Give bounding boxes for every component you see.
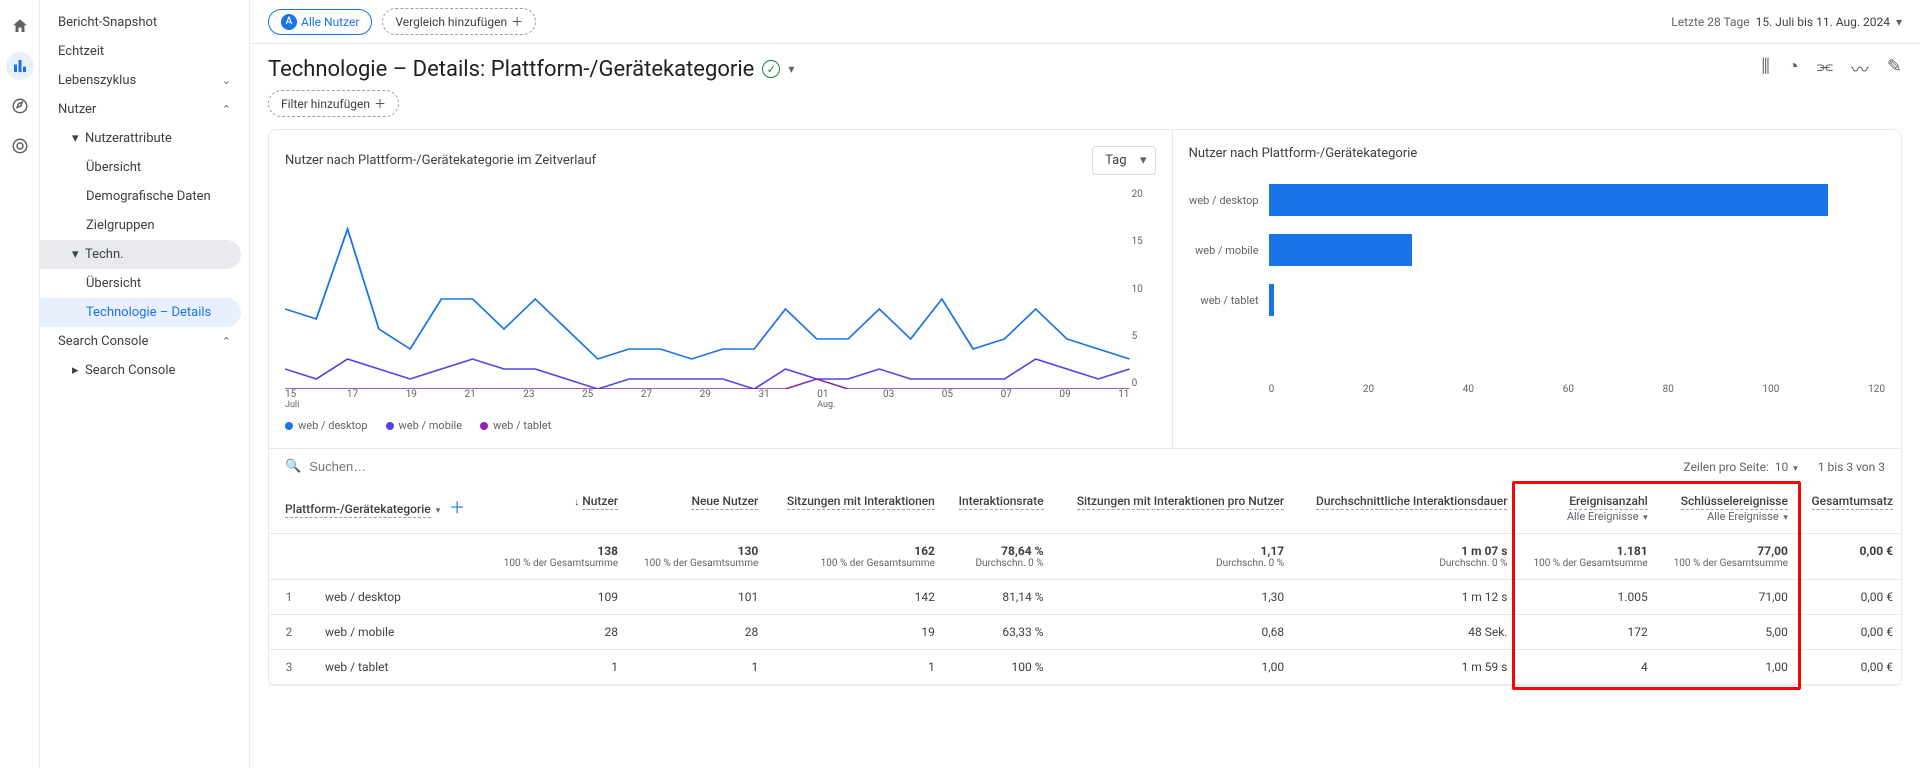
- reports-icon[interactable]: [6, 52, 34, 80]
- col-eng-sessions[interactable]: Sitzungen mit Interaktionen: [766, 484, 943, 534]
- main: AAlle Nutzer Vergleich hinzufügen＋ Letzt…: [250, 0, 1920, 768]
- data-table: Plattform-/Gerätekategorie ▾ ＋ ↓ Nutzer …: [269, 484, 1901, 685]
- chevron-up-icon: ⌃: [222, 335, 231, 348]
- title-dropdown[interactable]: ▾: [788, 62, 794, 76]
- sidebar-lifecycle[interactable]: Lebenszyklus⌄: [40, 66, 249, 95]
- key-events-filter[interactable]: Alle Ereignisse ▾: [1664, 510, 1788, 523]
- page-title: Technologie – Details: Plattform-/Geräte…: [268, 57, 794, 82]
- chevron-down-icon: ⌄: [222, 74, 231, 87]
- summary-row: 138100 % der Gesamtsumme 130100 % der Ge…: [269, 534, 1901, 580]
- sidebar-search-console[interactable]: ▸ Search Console: [40, 356, 249, 385]
- chevron-down-icon: ▾: [1896, 15, 1902, 29]
- sidebar-demographic[interactable]: Demografische Daten: [40, 182, 249, 211]
- share-icon[interactable]: ⫘: [1817, 56, 1833, 82]
- add-dimension-icon[interactable]: ＋: [449, 498, 465, 517]
- explore-icon[interactable]: [6, 92, 34, 120]
- sidebar-tech-details[interactable]: Technologie – Details: [40, 298, 241, 327]
- search-input[interactable]: [309, 459, 509, 474]
- advertising-icon[interactable]: [6, 132, 34, 160]
- segment-all-users[interactable]: AAlle Nutzer: [268, 9, 372, 35]
- bar-chart-panel: Nutzer nach Plattform-/Gerätekategorie w…: [1173, 130, 1901, 448]
- add-comparison-button[interactable]: Vergleich hinzufügen＋: [382, 8, 536, 35]
- sidebar-snapshot[interactable]: Bericht-Snapshot: [40, 8, 249, 37]
- insights-icon[interactable]: ◔: [1788, 56, 1799, 82]
- bar-chart-title: Nutzer nach Plattform-/Gerätekategorie: [1189, 146, 1418, 161]
- rows-per-page[interactable]: Zeilen pro Seite: 10 ▾: [1684, 460, 1798, 474]
- granularity-select[interactable]: Tag: [1092, 146, 1155, 175]
- col-key-events[interactable]: SchlüsselereignisseAlle Ereignisse ▾: [1656, 484, 1796, 534]
- sidebar-search-console-group[interactable]: Search Console⌃: [40, 327, 249, 356]
- date-range-picker[interactable]: Letzte 28 Tage 15. Juli bis 11. Aug. 202…: [1671, 15, 1902, 29]
- table-row[interactable]: 1web / desktop 109101142 81,14 %1,301 m …: [269, 580, 1901, 615]
- chevron-up-icon: ⌃: [222, 103, 231, 116]
- line-chart: 20151050 15Juli171921232527293101Aug.030…: [285, 189, 1156, 409]
- sidebar-tech[interactable]: ▾ Techn.: [40, 240, 241, 269]
- left-rail: [0, 0, 40, 768]
- sidebar-audiences[interactable]: Zielgruppen: [40, 211, 249, 240]
- sidebar-overview-tech[interactable]: Übersicht: [40, 269, 249, 298]
- line-chart-panel: Nutzer nach Plattform-/Gerätekategorie i…: [269, 130, 1173, 448]
- plus-icon: ＋: [511, 13, 523, 30]
- search-icon: 🔍: [285, 459, 301, 474]
- sidebar: Bericht-Snapshot Echtzeit Lebenszyklus⌄ …: [40, 0, 250, 768]
- data-table-section: 🔍 Zeilen pro Seite: 10 ▾ 1 bis 3 von 3: [269, 448, 1901, 685]
- col-events[interactable]: EreignisanzahlAlle Ereignisse ▾: [1515, 484, 1655, 534]
- col-users[interactable]: ↓ Nutzer: [486, 484, 626, 534]
- customize-columns-icon[interactable]: ⫼: [1762, 56, 1770, 82]
- sidebar-user[interactable]: Nutzer⌃: [40, 95, 249, 124]
- table-row[interactable]: 3web / tablet 111 100 %1,001 m 59 s 41,0…: [269, 650, 1901, 685]
- table-row[interactable]: 2web / mobile 282819 63,33 %0,6848 Sek. …: [269, 615, 1901, 650]
- events-filter[interactable]: Alle Ereignisse ▾: [1523, 510, 1647, 523]
- sidebar-realtime[interactable]: Echtzeit: [40, 37, 249, 66]
- sidebar-user-attributes[interactable]: ▾ Nutzerattribute: [40, 124, 249, 153]
- col-revenue[interactable]: Gesamtumsatz: [1796, 484, 1901, 534]
- sidebar-overview-attr[interactable]: Übersicht: [40, 153, 249, 182]
- trend-icon[interactable]: 〰: [1851, 56, 1869, 82]
- status-verified-icon[interactable]: ✓: [762, 60, 780, 78]
- bar-chart: web / desktopweb / mobileweb / tablet020…: [1189, 175, 1885, 395]
- plus-icon: ＋: [374, 95, 386, 112]
- edit-icon[interactable]: ✎: [1887, 56, 1902, 82]
- topbar: AAlle Nutzer Vergleich hinzufügen＋ Letzt…: [250, 0, 1920, 44]
- page-header: Technologie – Details: Plattform-/Geräte…: [250, 44, 1920, 90]
- report-card: Nutzer nach Plattform-/Gerätekategorie i…: [268, 129, 1902, 686]
- add-filter-button[interactable]: Filter hinzufügen＋: [268, 90, 399, 117]
- col-avg-dur[interactable]: Durchschnittliche Interaktionsdauer: [1292, 484, 1515, 534]
- table-search[interactable]: 🔍: [285, 459, 1684, 474]
- col-new-users[interactable]: Neue Nutzer: [626, 484, 766, 534]
- home-icon[interactable]: [6, 12, 34, 40]
- col-eng-rate[interactable]: Interaktionsrate: [943, 484, 1052, 534]
- col-sess-per-user[interactable]: Sitzungen mit Interaktionen pro Nutzer: [1052, 484, 1293, 534]
- col-dimension[interactable]: Plattform-/Gerätekategorie ▾ ＋: [269, 484, 486, 534]
- line-chart-legend: web / desktopweb / mobileweb / tablet: [285, 419, 1156, 432]
- line-chart-title: Nutzer nach Plattform-/Gerätekategorie i…: [285, 153, 596, 168]
- pagination-range: 1 bis 3 von 3: [1818, 460, 1885, 474]
